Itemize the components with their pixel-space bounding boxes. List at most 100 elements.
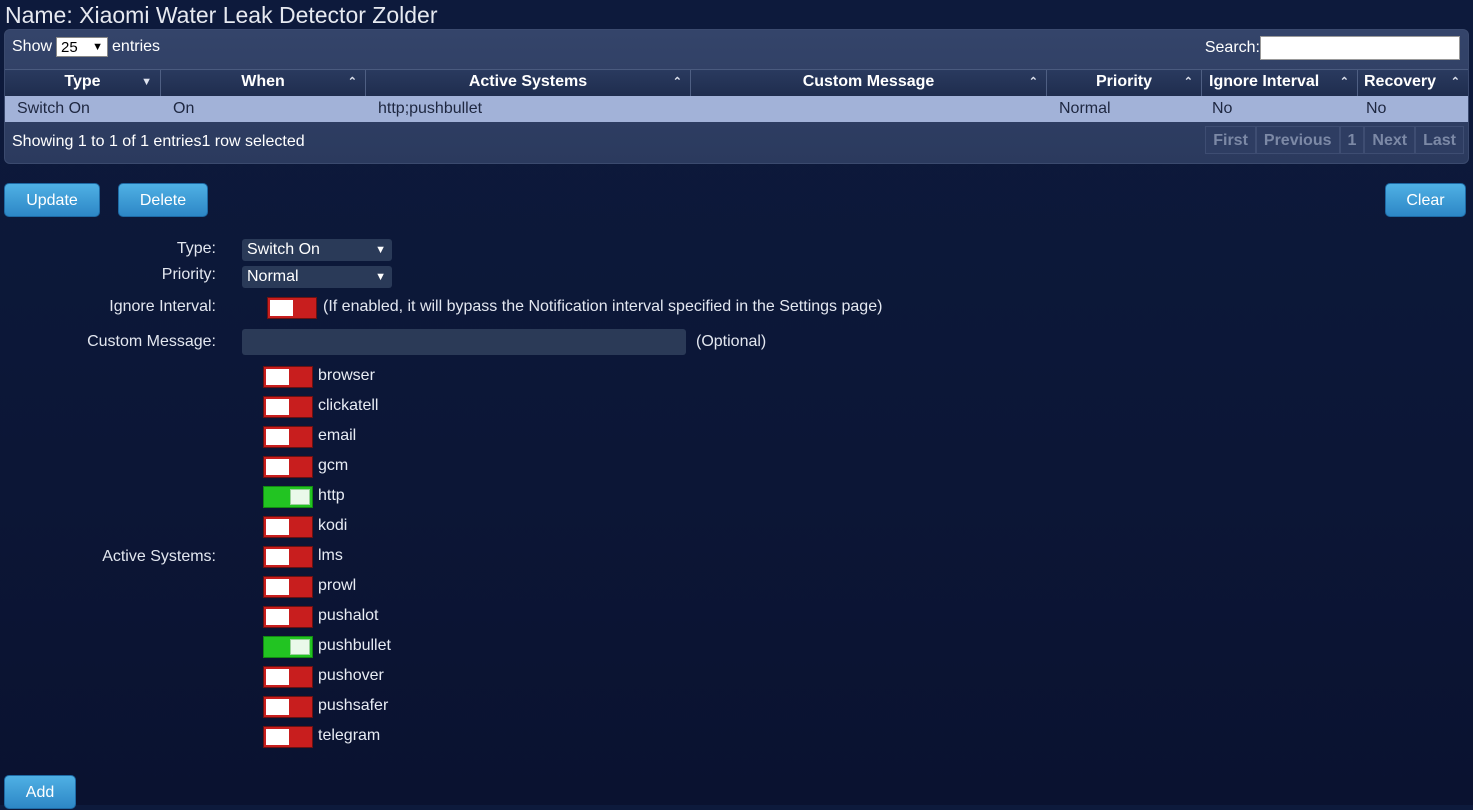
- priority-select[interactable]: Normal ▼: [242, 266, 392, 288]
- search-label: Search:: [1204, 39, 1260, 56]
- chevron-down-icon: ▼: [92, 41, 104, 53]
- toggle-knob: [266, 429, 289, 445]
- toggle-knob: [266, 369, 289, 385]
- page-size-select[interactable]: 25 ▼: [56, 37, 109, 57]
- toggle-knob: [270, 300, 293, 316]
- cell-priority: Normal: [1059, 100, 1111, 117]
- toggle-kodi[interactable]: [263, 516, 313, 538]
- sort-icon: ⌃: [1183, 76, 1193, 88]
- column-header-type[interactable]: Type ▼: [5, 70, 161, 96]
- toggle-knob: [290, 639, 310, 655]
- toggle-pushbullet[interactable]: [263, 636, 313, 658]
- pager-next[interactable]: Next: [1364, 126, 1416, 154]
- system-label-pushalot: pushalot: [318, 607, 379, 624]
- system-label-telegram: telegram: [318, 727, 381, 744]
- custom-message-input[interactable]: [242, 329, 686, 355]
- toggle-lms[interactable]: [263, 546, 313, 568]
- toggle-knob: [266, 669, 289, 685]
- clear-button[interactable]: Clear: [1385, 183, 1466, 217]
- cell-type: Switch On: [17, 100, 90, 117]
- toggle-pushover[interactable]: [263, 666, 313, 688]
- column-header-priority[interactable]: Priority ⌃: [1047, 70, 1202, 96]
- table-toolbar-top: Show 25 ▼ entries Search:: [5, 30, 1468, 70]
- page-title: Name: Xiaomi Water Leak Detector Zolder: [5, 2, 438, 28]
- system-label-pushsafer: pushsafer: [318, 697, 389, 714]
- toggle-gcm[interactable]: [263, 456, 313, 478]
- custom-message-hint: (Optional): [696, 333, 767, 350]
- toggle-email[interactable]: [263, 426, 313, 448]
- search-input[interactable]: [1260, 36, 1460, 60]
- pager-page-1[interactable]: 1: [1339, 126, 1365, 154]
- type-label: Type:: [176, 240, 216, 257]
- system-label-gcm: gcm: [318, 457, 349, 474]
- toggle-knob: [266, 609, 289, 625]
- toggle-knob: [266, 729, 289, 745]
- sort-icon: ⌃: [1339, 76, 1349, 88]
- column-header-active-systems[interactable]: Active Systems ⌃: [366, 70, 691, 96]
- chevron-down-icon: ▼: [375, 244, 386, 256]
- toggle-pushalot[interactable]: [263, 606, 313, 628]
- entries-label: entries: [112, 38, 161, 55]
- cell-ignore-interval: No: [1212, 100, 1233, 117]
- table-header: Type ▼ When ⌃ Active Systems ⌃ Custom Messa…: [5, 69, 1468, 97]
- table-row[interactable]: Switch On On http;pushbullet Normal No N…: [5, 96, 1468, 122]
- page-size-control: Show 25 ▼ entries: [12, 37, 160, 57]
- custom-message-label: Custom Message:: [87, 333, 216, 350]
- add-button[interactable]: Add: [4, 775, 76, 809]
- table-info: Showing 1 to 1 of 1 entries1 row selecte…: [12, 133, 305, 150]
- type-value: Switch On: [247, 241, 320, 258]
- priority-value: Normal: [247, 268, 299, 285]
- ignore-interval-label: Ignore Interval:: [109, 298, 216, 315]
- column-header-ignore-interval[interactable]: Ignore Interval ⌃: [1202, 70, 1358, 96]
- column-header-custom-message[interactable]: Custom Message ⌃: [691, 70, 1047, 96]
- toggle-knob: [266, 519, 289, 535]
- toggle-knob: [266, 549, 289, 565]
- toggle-knob: [290, 489, 310, 505]
- system-label-browser: browser: [318, 367, 375, 384]
- sort-icon: ⌃: [1450, 76, 1460, 88]
- ignore-interval-toggle[interactable]: [267, 297, 317, 319]
- system-label-lms: lms: [318, 547, 343, 564]
- system-label-email: email: [318, 427, 357, 444]
- sort-desc-icon: ▼: [141, 76, 152, 88]
- system-label-clickatell: clickatell: [318, 397, 379, 414]
- toggle-browser[interactable]: [263, 366, 313, 388]
- toggle-knob: [266, 459, 289, 475]
- pager-previous[interactable]: Previous: [1255, 126, 1340, 154]
- update-button[interactable]: Update: [4, 183, 100, 217]
- sort-icon: ⌃: [672, 76, 682, 88]
- chevron-down-icon: ▼: [375, 271, 386, 283]
- column-header-when[interactable]: When ⌃: [161, 70, 366, 96]
- page-size-value: 25: [61, 38, 78, 56]
- sort-icon: ⌃: [347, 76, 357, 88]
- active-systems-label: Active Systems:: [102, 548, 216, 565]
- cell-custom-message: [691, 96, 1047, 122]
- system-label-http: http: [318, 487, 345, 504]
- toggle-pushsafer[interactable]: [263, 696, 313, 718]
- pager-first[interactable]: First: [1205, 126, 1256, 154]
- toggle-telegram[interactable]: [263, 726, 313, 748]
- type-select[interactable]: Switch On ▼: [242, 239, 392, 261]
- cell-active-systems: http;pushbullet: [378, 100, 483, 117]
- pagination: First Previous 1 Next Last: [1205, 126, 1464, 154]
- sort-icon: ⌃: [1028, 76, 1038, 88]
- system-label-pushover: pushover: [318, 667, 384, 684]
- toggle-http[interactable]: [263, 486, 313, 508]
- cell-when: On: [173, 100, 195, 117]
- cell-recovery: No: [1366, 100, 1387, 117]
- toggle-prowl[interactable]: [263, 576, 313, 598]
- show-label: Show: [12, 38, 53, 55]
- system-label-pushbullet: pushbullet: [318, 637, 391, 654]
- system-label-kodi: kodi: [318, 517, 348, 534]
- ignore-interval-hint: (If enabled, it will bypass the Notifica…: [323, 298, 883, 315]
- search-control: Search:: [1205, 36, 1460, 60]
- column-header-recovery[interactable]: Recovery ⌃: [1358, 70, 1468, 96]
- notifications-table: Show 25 ▼ entries Search: Type ▼ When ⌃ Ac…: [4, 29, 1469, 164]
- table-toolbar-bottom: Showing 1 to 1 of 1 entries1 row selecte…: [5, 123, 1468, 163]
- delete-button[interactable]: Delete: [118, 183, 208, 217]
- priority-label: Priority:: [161, 266, 216, 283]
- pager-last[interactable]: Last: [1415, 126, 1464, 154]
- system-label-prowl: prowl: [318, 577, 357, 594]
- toggle-knob: [266, 399, 289, 415]
- toggle-clickatell[interactable]: [263, 396, 313, 418]
